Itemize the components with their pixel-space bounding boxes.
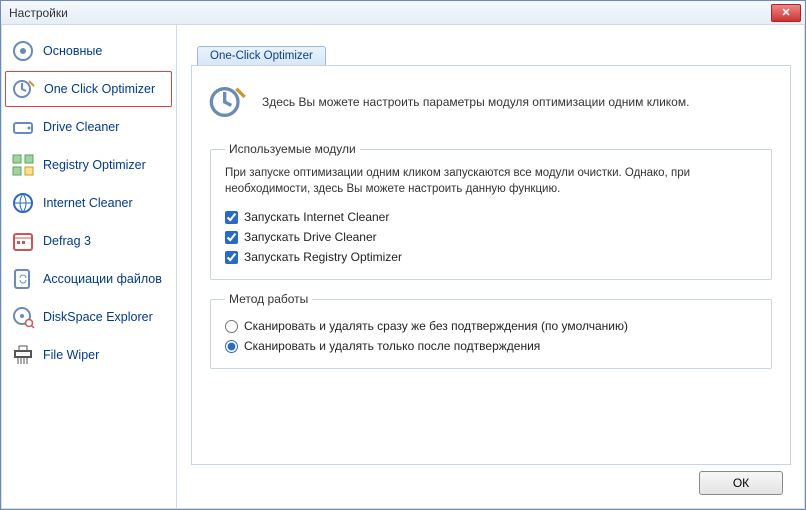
- modules-legend: Используемые модули: [225, 142, 360, 156]
- sidebar-item-label: Registry Optimizer: [43, 158, 146, 172]
- intro-row: Здесь Вы можете настроить параметры моду…: [208, 78, 774, 130]
- tab-label: One-Click Optimizer: [210, 50, 313, 62]
- tab-one-click-optimizer[interactable]: One-Click Optimizer: [197, 46, 326, 65]
- close-icon: ✕: [781, 6, 790, 19]
- method-option[interactable]: Сканировать и удалять сразу же без подтв…: [225, 316, 757, 336]
- content-area: One-Click Optimizer Здесь Вы можете наст…: [177, 25, 805, 509]
- calendar-icon: [11, 229, 35, 253]
- sidebar-item-label: Ассоциации файлов: [43, 272, 162, 286]
- sidebar-item-[interactable]: Ассоциации файлов: [5, 261, 172, 297]
- module-option[interactable]: Запускать Registry Optimizer: [225, 247, 757, 267]
- drive-icon: [11, 115, 35, 139]
- sidebar-item-label: Drive Cleaner: [43, 120, 119, 134]
- method-group: Метод работы Сканировать и удалять сразу…: [210, 292, 772, 369]
- close-button[interactable]: ✕: [771, 4, 801, 22]
- sidebar: Основные One Click Optimizer Drive Cleaner…: [1, 25, 177, 509]
- sidebar-item-label: DiskSpace Explorer: [43, 310, 153, 324]
- sidebar-item-registry-optimizer[interactable]: Registry Optimizer: [5, 147, 172, 183]
- module-option-label: Запускать Registry Optimizer: [244, 250, 402, 264]
- modules-group: Используемые модули При запуске оптимиза…: [210, 142, 772, 280]
- window-body: Основные One Click Optimizer Drive Cleaner…: [1, 25, 805, 509]
- sidebar-item-label: File Wiper: [43, 348, 99, 362]
- footer: ОК: [191, 465, 791, 501]
- disk-search-icon: [11, 305, 35, 329]
- sidebar-item-diskspace-explorer[interactable]: DiskSpace Explorer: [5, 299, 172, 335]
- shredder-icon: [11, 343, 35, 367]
- method-radio[interactable]: [225, 340, 238, 353]
- settings-window: Настройки ✕ Основные One Click Optimizer D…: [0, 0, 806, 510]
- globe-icon: [11, 191, 35, 215]
- ok-button-label: ОК: [733, 476, 749, 490]
- sidebar-item-file-wiper[interactable]: File Wiper: [5, 337, 172, 373]
- module-checkbox[interactable]: [225, 251, 238, 264]
- method-option-label: Сканировать и удалять сразу же без подтв…: [244, 319, 628, 333]
- method-radio[interactable]: [225, 320, 238, 333]
- sidebar-item-internet-cleaner[interactable]: Internet Cleaner: [5, 185, 172, 221]
- method-option-label: Сканировать и удалять только после подтв…: [244, 339, 540, 353]
- module-checkbox[interactable]: [225, 211, 238, 224]
- sidebar-item-label: Основные: [43, 44, 102, 58]
- module-option-label: Запускать Internet Cleaner: [244, 210, 389, 224]
- sidebar-item-label: Defrag 3: [43, 234, 91, 248]
- link-icon: [11, 267, 35, 291]
- sidebar-item-one-click-optimizer[interactable]: One Click Optimizer: [5, 71, 172, 107]
- sidebar-item-drive-cleaner[interactable]: Drive Cleaner: [5, 109, 172, 145]
- intro-text: Здесь Вы можете настроить параметры моду…: [262, 95, 689, 109]
- sidebar-item-label: One Click Optimizer: [44, 82, 155, 96]
- ok-button[interactable]: ОК: [699, 471, 783, 495]
- module-option-label: Запускать Drive Cleaner: [244, 230, 377, 244]
- registry-icon: [11, 153, 35, 177]
- method-legend: Метод работы: [225, 292, 312, 306]
- module-option[interactable]: Запускать Drive Cleaner: [225, 227, 757, 247]
- tab-panel: Здесь Вы можете настроить параметры моду…: [191, 65, 791, 465]
- module-option[interactable]: Запускать Internet Cleaner: [225, 207, 757, 227]
- tabstrip: One-Click Optimizer: [197, 43, 791, 65]
- cursor-wand-icon: [12, 77, 36, 101]
- modules-hint: При запуске оптимизации одним кликом зап…: [225, 166, 757, 197]
- cursor-wand-icon: [208, 82, 248, 122]
- window-title: Настройки: [9, 6, 68, 20]
- titlebar: Настройки ✕: [1, 1, 805, 25]
- sidebar-item-defrag-3[interactable]: Defrag 3: [5, 223, 172, 259]
- module-checkbox[interactable]: [225, 231, 238, 244]
- method-option[interactable]: Сканировать и удалять только после подтв…: [225, 336, 757, 356]
- settings-icon: [11, 39, 35, 63]
- sidebar-item-[interactable]: Основные: [5, 33, 172, 69]
- sidebar-item-label: Internet Cleaner: [43, 196, 133, 210]
